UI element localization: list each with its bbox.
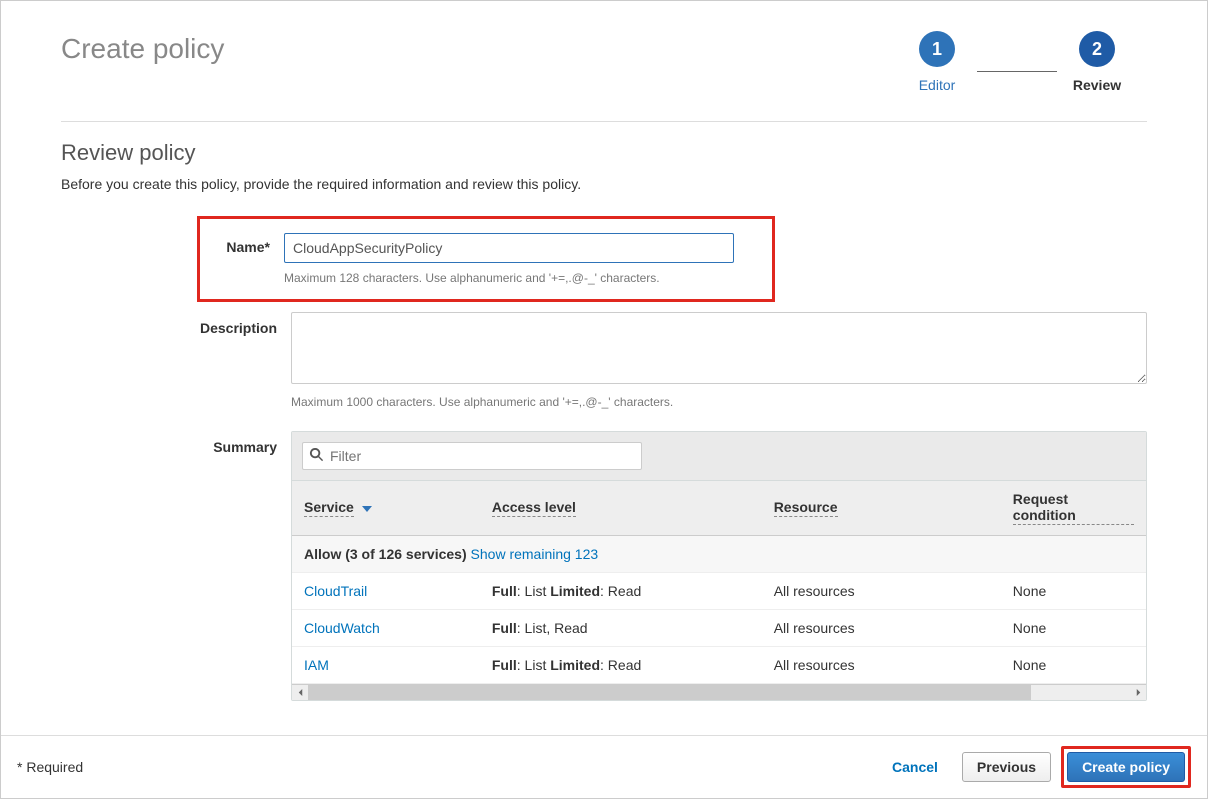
step-review: 2 Review xyxy=(1057,31,1137,93)
condition-cell: None xyxy=(1001,647,1146,684)
access-cell: Full: List Limited: Read xyxy=(480,647,762,684)
scroll-track[interactable] xyxy=(308,685,1130,700)
summary-label: Summary xyxy=(61,431,291,455)
step-connector xyxy=(977,71,1057,72)
name-field-highlight: Name* Maximum 128 characters. Use alphan… xyxy=(197,216,775,302)
search-icon xyxy=(309,447,328,465)
step-label: Review xyxy=(1073,77,1121,93)
table-row: CloudTrail Full: List Limited: Read All … xyxy=(292,573,1146,610)
summary-panel: Service Access level Resource xyxy=(291,431,1147,701)
col-header-resource[interactable]: Resource xyxy=(762,481,1001,536)
page-title: Create policy xyxy=(61,33,224,65)
access-cell: Full: List, Read xyxy=(480,610,762,647)
footer-bar: * Required Cancel Previous Create policy xyxy=(1,735,1207,798)
section-title: Review policy xyxy=(61,140,1147,166)
scroll-right-icon[interactable] xyxy=(1130,685,1146,700)
description-label: Description xyxy=(61,312,291,336)
resource-cell: All resources xyxy=(762,573,1001,610)
access-cell: Full: List Limited: Read xyxy=(480,573,762,610)
col-header-access[interactable]: Access level xyxy=(480,481,762,536)
service-link[interactable]: CloudTrail xyxy=(304,583,367,599)
resource-cell: All resources xyxy=(762,610,1001,647)
previous-button[interactable]: Previous xyxy=(962,752,1051,782)
required-note: * Required xyxy=(17,759,83,775)
sort-caret-icon xyxy=(362,506,372,512)
step-editor[interactable]: 1 Editor xyxy=(897,31,977,93)
section-desc: Before you create this policy, provide t… xyxy=(61,176,1147,192)
scroll-left-icon[interactable] xyxy=(292,685,308,700)
table-group-row: Allow (3 of 126 services) Show remaining… xyxy=(292,536,1146,573)
description-input[interactable] xyxy=(291,312,1147,384)
table-row: IAM Full: List Limited: Read All resourc… xyxy=(292,647,1146,684)
filter-input[interactable] xyxy=(328,447,635,465)
wizard-stepper: 1 Editor 2 Review xyxy=(897,25,1137,93)
condition-cell: None xyxy=(1001,610,1146,647)
resource-cell: All resources xyxy=(762,647,1001,684)
summary-toolbar xyxy=(292,432,1146,481)
show-remaining-link[interactable]: Show remaining 123 xyxy=(471,546,599,562)
name-hint: Maximum 128 characters. Use alphanumeric… xyxy=(284,271,764,285)
table-header-row: Service Access level Resource xyxy=(292,481,1146,536)
col-header-condition[interactable]: Request condition xyxy=(1001,481,1146,536)
name-input[interactable] xyxy=(284,233,734,263)
horizontal-scrollbar[interactable] xyxy=(292,684,1146,700)
group-label: Allow (3 of 126 services) xyxy=(304,546,471,562)
create-policy-button[interactable]: Create policy xyxy=(1067,752,1185,782)
description-hint: Maximum 1000 characters. Use alphanumeri… xyxy=(291,395,1147,409)
step-number: 2 xyxy=(1079,31,1115,67)
table-row: CloudWatch Full: List, Read All resource… xyxy=(292,610,1146,647)
step-label: Editor xyxy=(919,77,956,93)
service-link[interactable]: IAM xyxy=(304,657,329,673)
col-header-service[interactable]: Service xyxy=(292,481,480,536)
scroll-thumb[interactable] xyxy=(308,685,1031,700)
divider xyxy=(61,121,1147,122)
create-button-highlight: Create policy xyxy=(1061,746,1191,788)
service-link[interactable]: CloudWatch xyxy=(304,620,380,636)
summary-table: Service Access level Resource xyxy=(292,481,1146,684)
step-number: 1 xyxy=(919,31,955,67)
condition-cell: None xyxy=(1001,573,1146,610)
filter-input-wrap[interactable] xyxy=(302,442,642,470)
cancel-button[interactable]: Cancel xyxy=(878,753,952,781)
name-label: Name* xyxy=(200,233,284,285)
